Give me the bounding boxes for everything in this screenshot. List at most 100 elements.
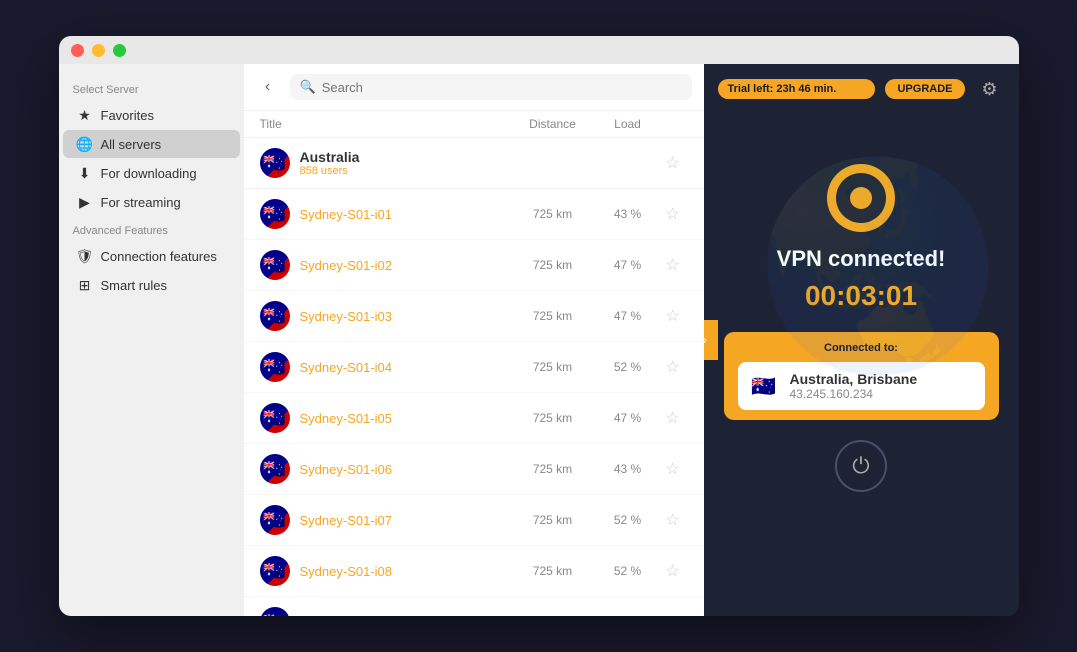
star-button[interactable]: ☆ xyxy=(658,357,688,377)
for-downloading-label: For downloading xyxy=(101,166,197,181)
table-header: Title Distance Load xyxy=(244,111,704,138)
server-distance: 725 km xyxy=(508,615,598,616)
server-flag: 🇦🇺 xyxy=(260,301,290,331)
server-load: 43 % xyxy=(598,462,658,476)
sidebar-item-all-servers[interactable]: 🌐 All servers xyxy=(63,130,240,158)
server-flag: 🇦🇺 xyxy=(260,352,290,382)
sidebar: Select Server ★ Favorites 🌐 All servers … xyxy=(59,64,244,616)
for-streaming-label: For streaming xyxy=(101,195,181,210)
server-distance: 725 km xyxy=(508,513,598,527)
col-load-header: Load xyxy=(598,117,658,131)
grid-icon: ⊞ xyxy=(77,277,93,293)
right-content: 🌏 VPN connected! 00:03:01 Connected to: xyxy=(704,114,1019,616)
star-icon: ★ xyxy=(77,107,93,123)
server-name: Sydney-S01-i08 xyxy=(300,564,508,579)
sidebar-item-connection-features[interactable]: 🛡 Connection features xyxy=(63,242,240,270)
server-distance: 725 km xyxy=(508,462,598,476)
server-rows-container: 🇦🇺 Sydney-S01-i01 725 km 43 % ☆ 🇦🇺 Sydne… xyxy=(244,189,704,616)
search-icon: 🔍 xyxy=(300,79,316,95)
server-rows: 🇦🇺 Australia 858 users ☆ 🇦🇺 Sydney-S01-i… xyxy=(244,138,704,616)
server-flag: 🇦🇺 xyxy=(260,199,290,229)
globe-icon: 🌐 xyxy=(77,136,93,152)
table-row[interactable]: 🇦🇺 Sydney-S01-i08 725 km 52 % ☆ xyxy=(244,546,704,597)
star-button[interactable]: ☆ xyxy=(658,612,688,616)
table-row[interactable]: 🇦🇺 Sydney-S01-i06 725 km 43 % ☆ xyxy=(244,444,704,495)
server-name: Sydney-S01-i09 xyxy=(300,615,508,617)
main-content: Select Server ★ Favorites 🌐 All servers … xyxy=(59,64,1019,616)
group-title: Australia xyxy=(300,149,658,165)
server-flag: 🇦🇺 xyxy=(260,454,290,484)
sidebar-item-for-downloading[interactable]: ⬇ For downloading xyxy=(63,159,240,187)
server-flag: 🇦🇺 xyxy=(260,403,290,433)
server-distance: 725 km xyxy=(508,360,598,374)
australia-flag: 🇦🇺 xyxy=(260,148,290,178)
server-load: 47 % xyxy=(598,309,658,323)
server-distance: 725 km xyxy=(508,207,598,221)
right-panel: Trial left: 23h 46 min. UPGRADE ⚙ 🌏 xyxy=(704,64,1019,616)
group-star-button[interactable]: ☆ xyxy=(658,153,688,173)
right-panel-topbar: Trial left: 23h 46 min. UPGRADE ⚙ xyxy=(704,64,1019,114)
server-flag: 🇦🇺 xyxy=(260,250,290,280)
server-name: Sydney-S01-i04 xyxy=(300,360,508,375)
server-load: 52 % xyxy=(598,513,658,527)
star-button[interactable]: ☆ xyxy=(658,204,688,224)
server-name: Sydney-S01-i03 xyxy=(300,309,508,324)
server-list-panel: ‹ 🔍 Title Distance Load 🇦🇺 Australia xyxy=(244,64,704,616)
expand-button[interactable]: » xyxy=(704,320,718,360)
minimize-button[interactable] xyxy=(92,44,105,57)
group-name-container: Australia 858 users xyxy=(300,149,658,177)
star-button[interactable]: ☆ xyxy=(658,459,688,479)
server-flag: 🇦🇺 xyxy=(260,505,290,535)
server-load: 47 % xyxy=(598,411,658,425)
table-row[interactable]: 🇦🇺 Sydney-S01-i07 725 km 52 % ☆ xyxy=(244,495,704,546)
star-button[interactable]: ☆ xyxy=(658,255,688,275)
trial-badge: Trial left: 23h 46 min. xyxy=(718,79,876,99)
table-row[interactable]: 🇦🇺 Sydney-S01-i09 725 km 47 % ☆ xyxy=(244,597,704,616)
table-row[interactable]: 🇦🇺 Sydney-S01-i01 725 km 43 % ☆ xyxy=(244,189,704,240)
upgrade-button[interactable]: UPGRADE xyxy=(885,79,964,99)
col-title-header: Title xyxy=(260,117,508,131)
map-background: 🌏 xyxy=(704,114,1019,616)
server-list-header: ‹ 🔍 xyxy=(244,64,704,111)
connection-features-label: Connection features xyxy=(101,249,217,264)
maximize-button[interactable] xyxy=(113,44,126,57)
server-distance: 725 km xyxy=(508,309,598,323)
svg-text:🌏: 🌏 xyxy=(754,152,1003,378)
server-distance: 725 km xyxy=(508,258,598,272)
server-load: 52 % xyxy=(598,564,658,578)
server-load: 52 % xyxy=(598,360,658,374)
smart-rules-label: Smart rules xyxy=(101,278,167,293)
table-row[interactable]: 🇦🇺 Sydney-S01-i02 725 km 47 % ☆ xyxy=(244,240,704,291)
app-window: Select Server ★ Favorites 🌐 All servers … xyxy=(59,36,1019,616)
star-button[interactable]: ☆ xyxy=(658,510,688,530)
table-row[interactable]: 🇦🇺 Sydney-S01-i03 725 km 47 % ☆ xyxy=(244,291,704,342)
server-flag: 🇦🇺 xyxy=(260,607,290,616)
server-load: 47 % xyxy=(598,258,658,272)
server-distance: 725 km xyxy=(508,411,598,425)
star-button[interactable]: ☆ xyxy=(658,408,688,428)
server-load: 43 % xyxy=(598,207,658,221)
server-load: 47 % xyxy=(598,615,658,616)
star-button[interactable]: ☆ xyxy=(658,561,688,581)
sidebar-item-favorites[interactable]: ★ Favorites xyxy=(63,101,240,129)
server-name: Sydney-S01-i05 xyxy=(300,411,508,426)
group-subtitle: 858 users xyxy=(300,165,658,177)
sidebar-item-for-streaming[interactable]: ▶ For streaming xyxy=(63,188,240,216)
search-input[interactable] xyxy=(322,80,682,95)
server-flag: 🇦🇺 xyxy=(260,556,290,586)
close-button[interactable] xyxy=(71,44,84,57)
back-button[interactable]: ‹ xyxy=(256,75,280,99)
title-bar xyxy=(59,36,1019,64)
sidebar-item-smart-rules[interactable]: ⊞ Smart rules xyxy=(63,271,240,299)
table-row[interactable]: 🇦🇺 Sydney-S01-i04 725 km 52 % ☆ xyxy=(244,342,704,393)
star-button[interactable]: ☆ xyxy=(658,306,688,326)
advanced-features-title: Advanced Features xyxy=(59,217,244,241)
server-name: Sydney-S01-i02 xyxy=(300,258,508,273)
search-box: 🔍 xyxy=(290,74,692,100)
expand-icon: » xyxy=(704,333,707,347)
settings-button[interactable]: ⚙ xyxy=(975,74,1005,104)
server-group-australia[interactable]: 🇦🇺 Australia 858 users ☆ xyxy=(244,138,704,189)
shield-icon: 🛡 xyxy=(77,248,93,264)
server-distance: 725 km xyxy=(508,564,598,578)
table-row[interactable]: 🇦🇺 Sydney-S01-i05 725 km 47 % ☆ xyxy=(244,393,704,444)
